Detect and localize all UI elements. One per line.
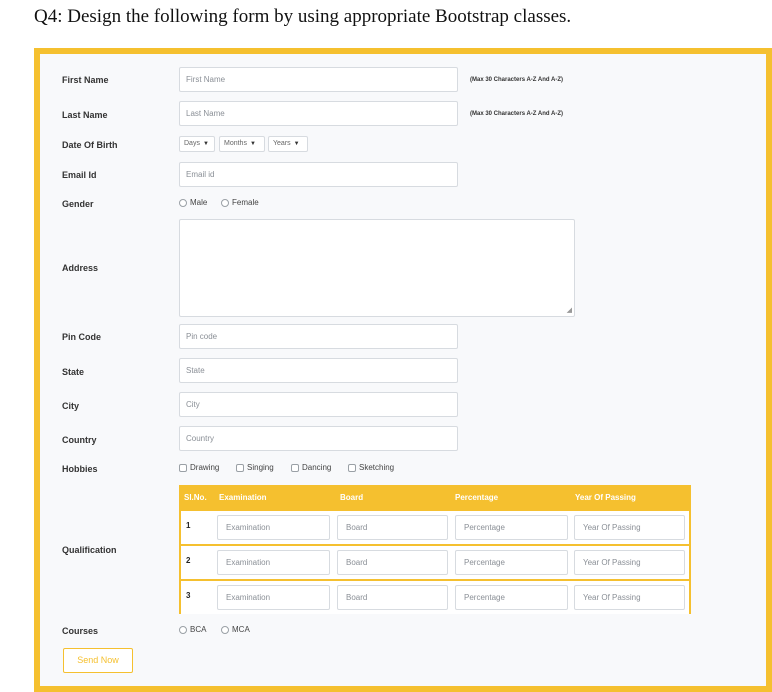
- hobby-singing-option[interactable]: Singing: [236, 463, 274, 472]
- courses-label: Courses: [62, 626, 99, 636]
- email-input[interactable]: Email id: [179, 162, 458, 187]
- caret-down-icon: ▼: [249, 141, 256, 147]
- row-number: 2: [186, 556, 191, 565]
- state-input[interactable]: State: [179, 358, 458, 383]
- board-input[interactable]: Board: [337, 585, 448, 610]
- year-input[interactable]: Year Of Passing: [574, 515, 685, 540]
- last-name-label: Last Name: [62, 110, 108, 120]
- caret-down-icon: ▼: [202, 141, 209, 147]
- hobbies-label: Hobbies: [62, 464, 98, 474]
- examination-input[interactable]: Examination: [217, 515, 330, 540]
- gender-female-label: Female: [232, 198, 259, 207]
- hobby-drawing-label: Drawing: [190, 463, 220, 472]
- resize-grip-icon[interactable]: ◢: [567, 307, 572, 314]
- days-value: Days: [184, 140, 200, 147]
- last-name-note: (Max 30 Characters A-Z And A-Z): [470, 111, 564, 117]
- question-heading: Q4: Design the following form by using a…: [34, 6, 572, 27]
- hobby-singing-label: Singing: [247, 463, 274, 472]
- hobby-dancing-label: Dancing: [302, 463, 332, 472]
- gender-male-option[interactable]: Male: [179, 198, 207, 207]
- days-select[interactable]: Days ▼: [179, 136, 215, 152]
- city-label: City: [62, 401, 80, 411]
- gender-male-label: Male: [190, 198, 208, 207]
- examination-input[interactable]: Examination: [217, 585, 330, 610]
- radio-icon[interactable]: [179, 198, 187, 207]
- course-mca-option[interactable]: MCA: [221, 625, 250, 634]
- country-input[interactable]: Country: [179, 426, 458, 451]
- first-name-input[interactable]: First Name: [179, 67, 458, 92]
- hobby-sketching-option[interactable]: Sketching: [348, 463, 394, 472]
- table-row: 2 Examination Board Percentage Year Of P…: [181, 546, 689, 579]
- address-textarea[interactable]: ◢: [179, 219, 575, 317]
- address-label: Address: [62, 263, 99, 273]
- hobby-drawing-option[interactable]: Drawing: [179, 463, 219, 472]
- state-label: State: [62, 367, 85, 377]
- table-header: Sl.No. Examination Board Percentage Year…: [179, 485, 691, 509]
- percentage-input[interactable]: Percentage: [455, 550, 568, 575]
- city-input[interactable]: City: [179, 392, 458, 417]
- examination-input[interactable]: Examination: [217, 550, 330, 575]
- checkbox-icon[interactable]: [348, 463, 356, 472]
- pin-code-input[interactable]: Pin code: [179, 324, 458, 349]
- board-input[interactable]: Board: [337, 550, 448, 575]
- years-select[interactable]: Years ▼: [268, 136, 308, 152]
- row-number: 3: [186, 591, 191, 600]
- first-name-label: First Name: [62, 75, 109, 85]
- gender-label: Gender: [62, 199, 94, 209]
- qualification-table: Sl.No. Examination Board Percentage Year…: [179, 485, 691, 614]
- send-now-button[interactable]: Send Now: [63, 648, 133, 673]
- header-year: Year Of Passing: [575, 493, 636, 502]
- months-select[interactable]: Months ▼: [219, 136, 265, 152]
- qualification-label: Qualification: [62, 545, 117, 555]
- country-label: Country: [62, 435, 97, 445]
- hobby-dancing-option[interactable]: Dancing: [291, 463, 331, 472]
- table-row: 1 Examination Board Percentage Year Of P…: [181, 511, 689, 544]
- table-row: 3 Examination Board Percentage Year Of P…: [181, 581, 689, 614]
- pin-code-label: Pin Code: [62, 332, 102, 342]
- checkbox-icon[interactable]: [236, 463, 244, 472]
- last-name-input[interactable]: Last Name: [179, 101, 458, 126]
- checkbox-icon[interactable]: [179, 463, 187, 472]
- header-percentage: Percentage: [455, 493, 499, 502]
- caret-down-icon: ▼: [293, 141, 300, 147]
- years-value: Years: [273, 140, 291, 147]
- first-name-note: (Max 30 Characters A-Z And A-Z): [470, 77, 564, 83]
- year-input[interactable]: Year Of Passing: [574, 585, 685, 610]
- percentage-input[interactable]: Percentage: [455, 515, 568, 540]
- course-mca-label: MCA: [232, 625, 250, 634]
- hobby-sketching-label: Sketching: [359, 463, 395, 472]
- radio-icon[interactable]: [221, 625, 229, 634]
- year-input[interactable]: Year Of Passing: [574, 550, 685, 575]
- radio-icon[interactable]: [221, 198, 229, 207]
- board-input[interactable]: Board: [337, 515, 448, 540]
- course-bca-option[interactable]: BCA: [179, 625, 206, 634]
- radio-icon[interactable]: [179, 625, 187, 634]
- gender-female-option[interactable]: Female: [221, 198, 259, 207]
- header-examination: Examination: [219, 493, 267, 502]
- percentage-input[interactable]: Percentage: [455, 585, 568, 610]
- dob-label: Date Of Birth: [62, 140, 118, 150]
- header-slno: Sl.No.: [184, 493, 207, 502]
- row-number: 1: [186, 521, 191, 530]
- months-value: Months: [224, 140, 247, 147]
- email-label: Email Id: [62, 170, 97, 180]
- header-board: Board: [340, 493, 364, 502]
- checkbox-icon[interactable]: [291, 463, 299, 472]
- course-bca-label: BCA: [190, 625, 207, 634]
